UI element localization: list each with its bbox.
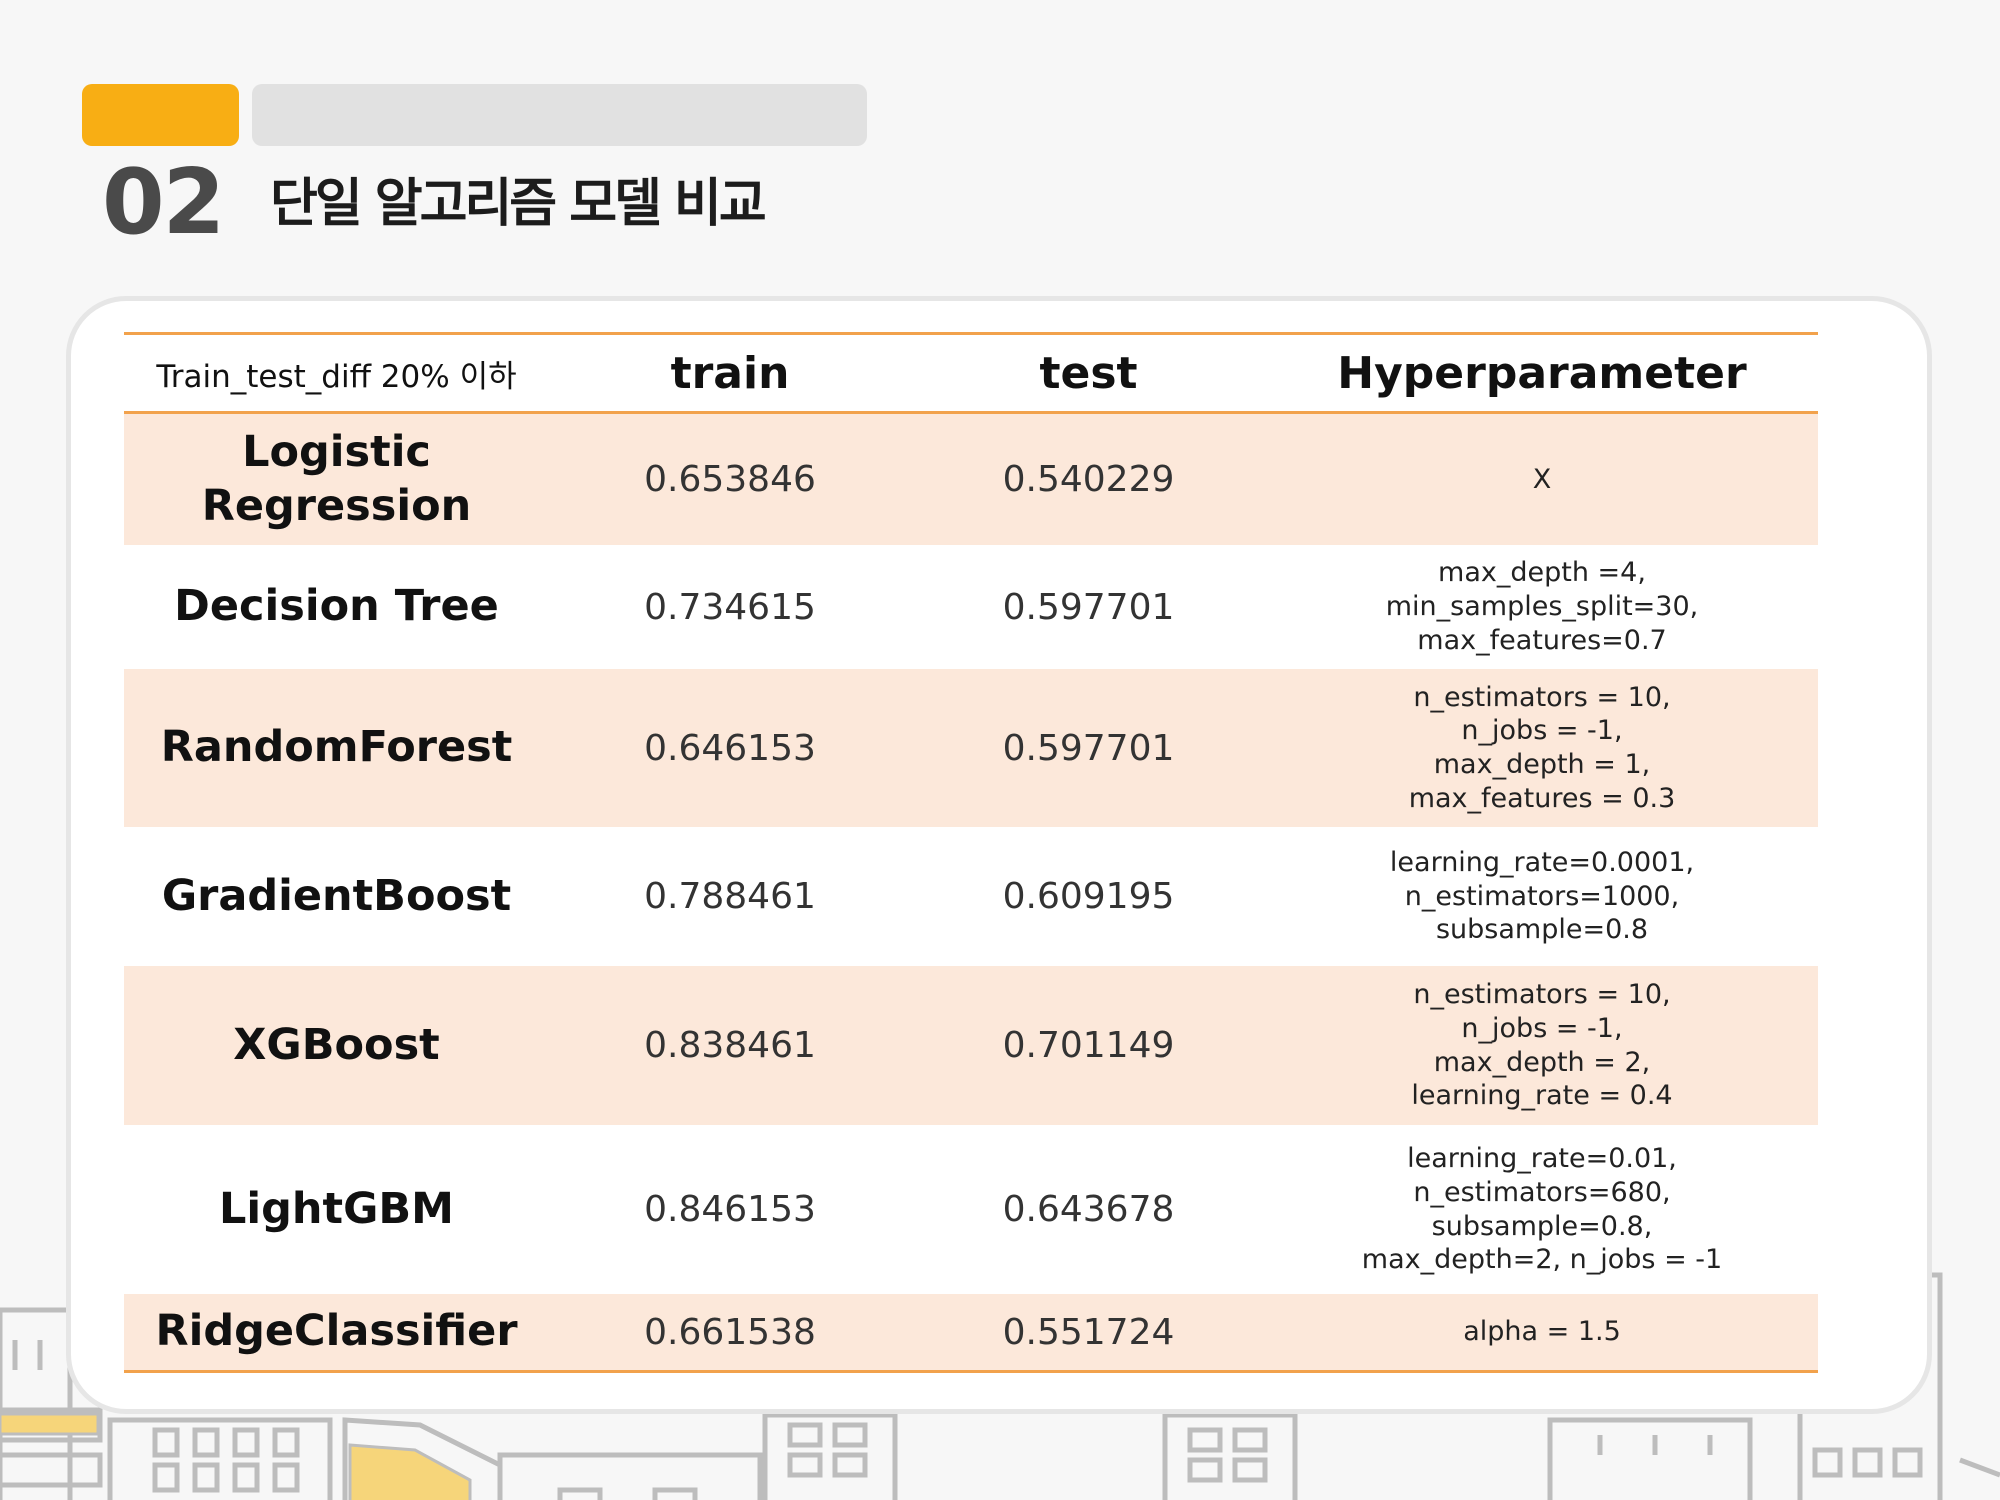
- header-hyperparameter: Hyperparameter: [1337, 347, 1747, 399]
- hyperparameter-value: n_estimators = 10, n_jobs = -1, max_dept…: [1411, 979, 1673, 1112]
- accent-bar: [82, 84, 239, 146]
- section-title: 단일 알고리즘 모델 비교: [270, 174, 767, 234]
- train-score: 0.734615: [644, 586, 816, 628]
- table-row: RidgeClassifier 0.661538 0.551724 alpha …: [124, 1294, 1818, 1373]
- hyperparameter-value: X: [1532, 463, 1552, 495]
- test-score: 0.701149: [1002, 1025, 1175, 1066]
- test-score: 0.643678: [1002, 1189, 1175, 1230]
- header-test: test: [1039, 347, 1138, 399]
- section-number: 02: [102, 150, 225, 255]
- model-name: Decision Tree: [174, 581, 499, 632]
- model-name: RidgeClassifier: [155, 1306, 518, 1357]
- test-score: 0.609195: [1002, 876, 1175, 917]
- table-row: Decision Tree 0.734615 0.597701 max_dept…: [124, 545, 1818, 669]
- hyperparameter-value: learning_rate=0.0001, n_estimators=1000,…: [1389, 846, 1695, 946]
- train-score: 0.838461: [644, 1025, 816, 1066]
- title-placeholder-bar: [252, 84, 867, 146]
- model-name: GradientBoost: [161, 870, 512, 921]
- test-score: 0.551724: [1002, 1311, 1175, 1353]
- table-row: XGBoost 0.838461 0.701149 n_estimators =…: [124, 966, 1818, 1125]
- train-score: 0.788461: [644, 876, 816, 917]
- test-score: 0.597701: [1002, 727, 1175, 769]
- model-comparison-table: Train_test_diff 20% 이하 train test Hyperp…: [124, 332, 1818, 1373]
- hyperparameter-value: n_estimators = 10, n_jobs = -1, max_dept…: [1408, 681, 1676, 814]
- model-name: XGBoost: [233, 1019, 440, 1070]
- table-row: LightGBM 0.846153 0.643678 learning_rate…: [124, 1125, 1818, 1294]
- test-score: 0.540229: [1002, 459, 1175, 500]
- header-criteria: Train_test_diff 20% 이하: [156, 358, 517, 395]
- hyperparameter-value: max_depth =4, min_samples_split=30, max_…: [1385, 557, 1699, 656]
- test-score: 0.597701: [1002, 586, 1175, 628]
- train-score: 0.646153: [644, 727, 816, 769]
- table-header-row: Train_test_diff 20% 이하 train test Hyperp…: [124, 332, 1818, 414]
- header-train: train: [670, 347, 790, 399]
- model-name: Logistic Regression: [201, 426, 472, 531]
- train-score: 0.661538: [644, 1311, 816, 1353]
- hyperparameter-value: learning_rate=0.01, n_estimators=680, su…: [1361, 1143, 1723, 1276]
- table-row: RandomForest 0.646153 0.597701 n_estimat…: [124, 669, 1818, 827]
- table-row: GradientBoost 0.788461 0.609195 learning…: [124, 827, 1818, 966]
- model-name: RandomForest: [160, 722, 513, 773]
- hyperparameter-value: alpha = 1.5: [1463, 1316, 1621, 1348]
- train-score: 0.846153: [644, 1189, 816, 1230]
- model-name: LightGBM: [219, 1183, 454, 1234]
- train-score: 0.653846: [644, 459, 816, 500]
- table-row: Logistic Regression 0.653846 0.540229 X: [124, 414, 1818, 545]
